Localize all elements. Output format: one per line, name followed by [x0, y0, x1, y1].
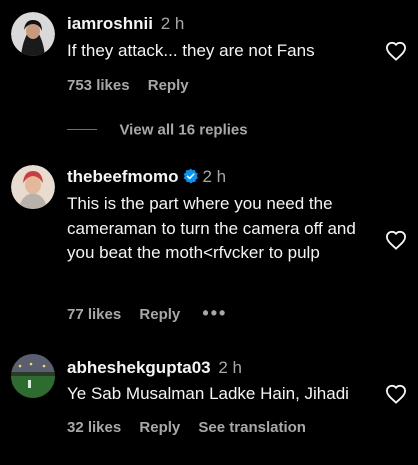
- reply-button[interactable]: Reply: [139, 419, 180, 436]
- username[interactable]: thebeefmomo: [67, 167, 178, 186]
- likes-count[interactable]: 32 likes: [67, 419, 121, 436]
- username[interactable]: abheshekgupta03: [67, 358, 211, 377]
- comment-actions: 77 likes Reply •••: [67, 304, 241, 324]
- likes-count[interactable]: 753 likes: [67, 77, 130, 94]
- view-replies[interactable]: View all 16 replies: [67, 121, 248, 141]
- reply-button[interactable]: Reply: [148, 77, 189, 94]
- comment-header: abheshekgupta03 2 h: [67, 358, 242, 378]
- likes-count[interactable]: 77 likes: [67, 306, 121, 323]
- avatar[interactable]: [11, 354, 55, 398]
- username[interactable]: iamroshnii: [67, 14, 153, 33]
- comment-header: thebeefmomo 2 h: [67, 167, 226, 190]
- timestamp: 2 h: [218, 358, 242, 377]
- comment-actions: 753 likes Reply: [67, 77, 203, 95]
- timestamp: 2 h: [202, 167, 227, 186]
- heart-outline-icon[interactable]: [385, 230, 407, 250]
- replies-divider: [67, 129, 97, 131]
- comment-actions: 32 likes Reply See translation: [67, 419, 320, 437]
- comment-text: This is the part where you need the came…: [67, 194, 356, 262]
- heart-outline-icon[interactable]: [385, 41, 407, 61]
- view-replies-label[interactable]: View all 16 replies: [119, 121, 247, 138]
- avatar[interactable]: [11, 12, 55, 56]
- heart-outline-icon[interactable]: [385, 384, 407, 404]
- verified-badge-icon: [182, 168, 199, 190]
- comment-text: If they attack... they are not Fans: [67, 41, 315, 60]
- see-translation-button[interactable]: See translation: [198, 419, 306, 436]
- reply-button[interactable]: Reply: [139, 306, 180, 323]
- comment-header: iamroshnii 2 h: [67, 14, 184, 34]
- more-options-icon[interactable]: •••: [202, 303, 227, 323]
- comment-text: Ye Sab Musalman Ladke Hain, Jihadi: [67, 384, 349, 403]
- avatar[interactable]: [11, 165, 55, 209]
- timestamp: 2 h: [160, 14, 185, 33]
